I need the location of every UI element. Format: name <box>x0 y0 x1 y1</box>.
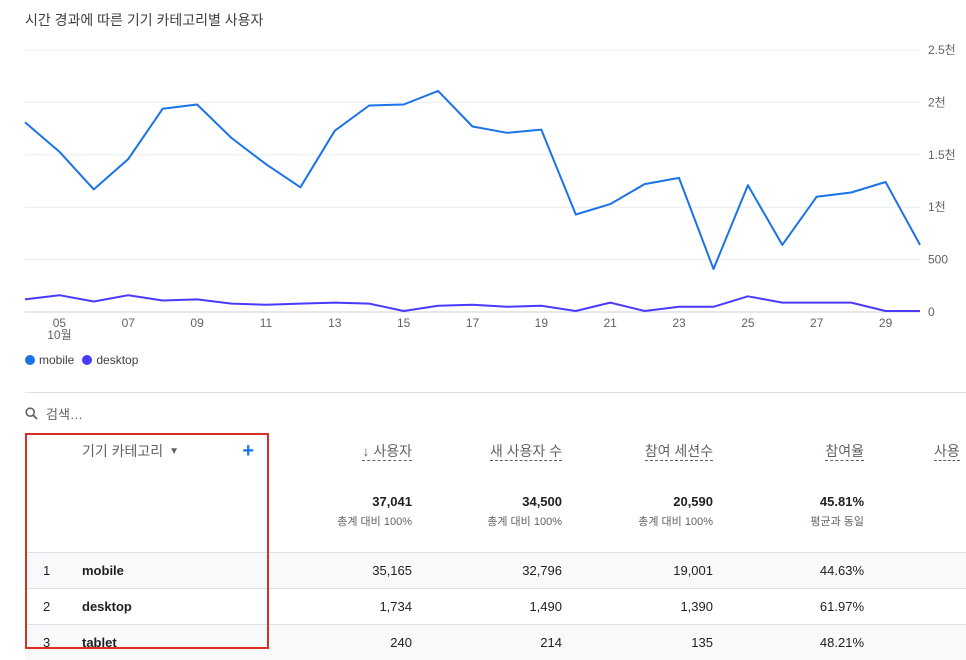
row-users: 35,165 <box>266 553 412 589</box>
row-engaged-sessions: 135 <box>562 625 713 660</box>
x-tick-label: 07 <box>122 316 136 330</box>
row-index: 1 <box>25 553 82 589</box>
row-engaged-sessions: 1,390 <box>562 589 713 625</box>
table-header-row: 기기 카테고리 ▼ + ↓ 사용자 새 사용자 수 참여 세션수 참여율 사용 <box>25 432 966 470</box>
y-tick-label: 500 <box>928 253 948 267</box>
row-category[interactable]: desktop <box>82 589 266 625</box>
y-tick-label: 1.5천 <box>928 147 956 162</box>
y-tick-label: 1천 <box>928 199 946 214</box>
row-index: 3 <box>25 625 82 660</box>
total-engagement-rate-value: 45.81% <box>713 494 864 509</box>
total-new-users: 34,500 총계 대비 100% <box>412 470 562 553</box>
row-category[interactable]: mobile <box>82 553 266 589</box>
row-engaged-sessions: 19,001 <box>562 553 713 589</box>
y-tick-label: 2.5천 <box>928 42 956 57</box>
series-line-desktop <box>25 295 920 311</box>
totals-row: 37,041총계 대비 100% 34,500총계 대비 100% 20,590… <box>25 470 966 553</box>
x-tick-label: 27 <box>810 316 824 330</box>
row-new-users: 214 <box>412 625 562 660</box>
series-line-mobile <box>25 91 920 269</box>
dimension-header[interactable]: 기기 카테고리 ▼ + <box>82 432 266 470</box>
x-tick-label: 25 <box>741 316 755 330</box>
total-engagement-rate-sub: 평균과 동일 <box>713 513 864 529</box>
total-users: 37,041 총계 대비 100% <box>266 470 412 553</box>
section-divider <box>25 392 966 393</box>
row-engagement-rate: 48.21% <box>713 625 864 660</box>
row-engagement-rate: 61.97% <box>713 589 864 625</box>
x-tick-label: 11 <box>260 316 273 330</box>
table-row[interactable]: 1 mobile 35,165 32,796 19,001 44.63% <box>25 553 966 589</box>
x-tick-label: 09 <box>190 316 204 330</box>
table-row[interactable]: 3 tablet 240 214 135 48.21% <box>25 625 966 660</box>
legend-item-mobile[interactable]: mobile <box>25 353 74 367</box>
search-placeholder[interactable]: 검색… <box>46 404 83 423</box>
header-engaged-sessions-label: 참여 세션수 <box>645 443 713 461</box>
row-users: 240 <box>266 625 412 660</box>
total-new-users-value: 34,500 <box>412 494 562 509</box>
x-tick-label: 17 <box>466 316 480 330</box>
row-engagement-rate: 44.63% <box>713 553 864 589</box>
total-engaged-sessions-value: 20,590 <box>562 494 713 509</box>
total-engagement-rate: 45.81% 평균과 동일 <box>713 470 864 553</box>
legend-item-desktop[interactable]: desktop <box>82 353 138 367</box>
table-row[interactable]: 2 desktop 1,734 1,490 1,390 61.97% <box>25 589 966 625</box>
header-truncated[interactable]: 사용 <box>864 432 966 470</box>
header-users[interactable]: ↓ 사용자 <box>266 432 412 470</box>
y-tick-label: 0 <box>928 305 935 319</box>
row-new-users: 1,490 <box>412 589 562 625</box>
x-tick-label: 29 <box>879 316 893 330</box>
header-engaged-sessions[interactable]: 참여 세션수 <box>562 432 713 470</box>
chart-legend: mobile desktop <box>25 353 146 367</box>
x-tick-label: 21 <box>604 316 618 330</box>
total-new-users-sub: 총계 대비 100% <box>412 513 562 529</box>
x-tick-label: 19 <box>535 316 549 330</box>
data-table: 기기 카테고리 ▼ + ↓ 사용자 새 사용자 수 참여 세션수 참여율 사용 … <box>25 432 966 660</box>
legend-desktop-label: desktop <box>96 353 138 367</box>
line-chart: 05001천1.5천2천2.5천050709111315171921232527… <box>0 0 966 350</box>
total-users-sub: 총계 대비 100% <box>266 513 412 529</box>
header-engagement-rate-label: 참여율 <box>825 443 864 461</box>
header-truncated-label: 사용 <box>934 443 960 461</box>
y-tick-label: 2천 <box>928 94 946 109</box>
add-dimension-plus-icon[interactable]: + <box>242 440 254 463</box>
dropdown-caret-icon[interactable]: ▼ <box>169 446 179 457</box>
total-engaged-sessions-sub: 총계 대비 100% <box>562 513 713 529</box>
header-new-users-label: 새 사용자 수 <box>490 443 562 461</box>
total-engaged-sessions: 20,590 총계 대비 100% <box>562 470 713 553</box>
x-tick-label: 23 <box>672 316 686 330</box>
legend-desktop-dot <box>82 355 92 365</box>
search-icon <box>25 407 38 420</box>
row-category[interactable]: tablet <box>82 625 266 660</box>
header-engagement-rate[interactable]: 참여율 <box>713 432 864 470</box>
legend-mobile-dot <box>25 355 35 365</box>
x-tick-label: 15 <box>397 316 411 330</box>
total-users-value: 37,041 <box>266 494 412 509</box>
legend-mobile-label: mobile <box>39 353 74 367</box>
header-new-users[interactable]: 새 사용자 수 <box>412 432 562 470</box>
dimension-header-label: 기기 카테고리 <box>82 441 163 461</box>
row-new-users: 32,796 <box>412 553 562 589</box>
row-index: 2 <box>25 589 82 625</box>
search-box[interactable]: 검색… <box>25 404 83 423</box>
row-users: 1,734 <box>266 589 412 625</box>
x-tick-label: 13 <box>328 316 342 330</box>
header-users-label: ↓ 사용자 <box>362 443 412 461</box>
x-month-label: 10월 <box>47 328 71 342</box>
